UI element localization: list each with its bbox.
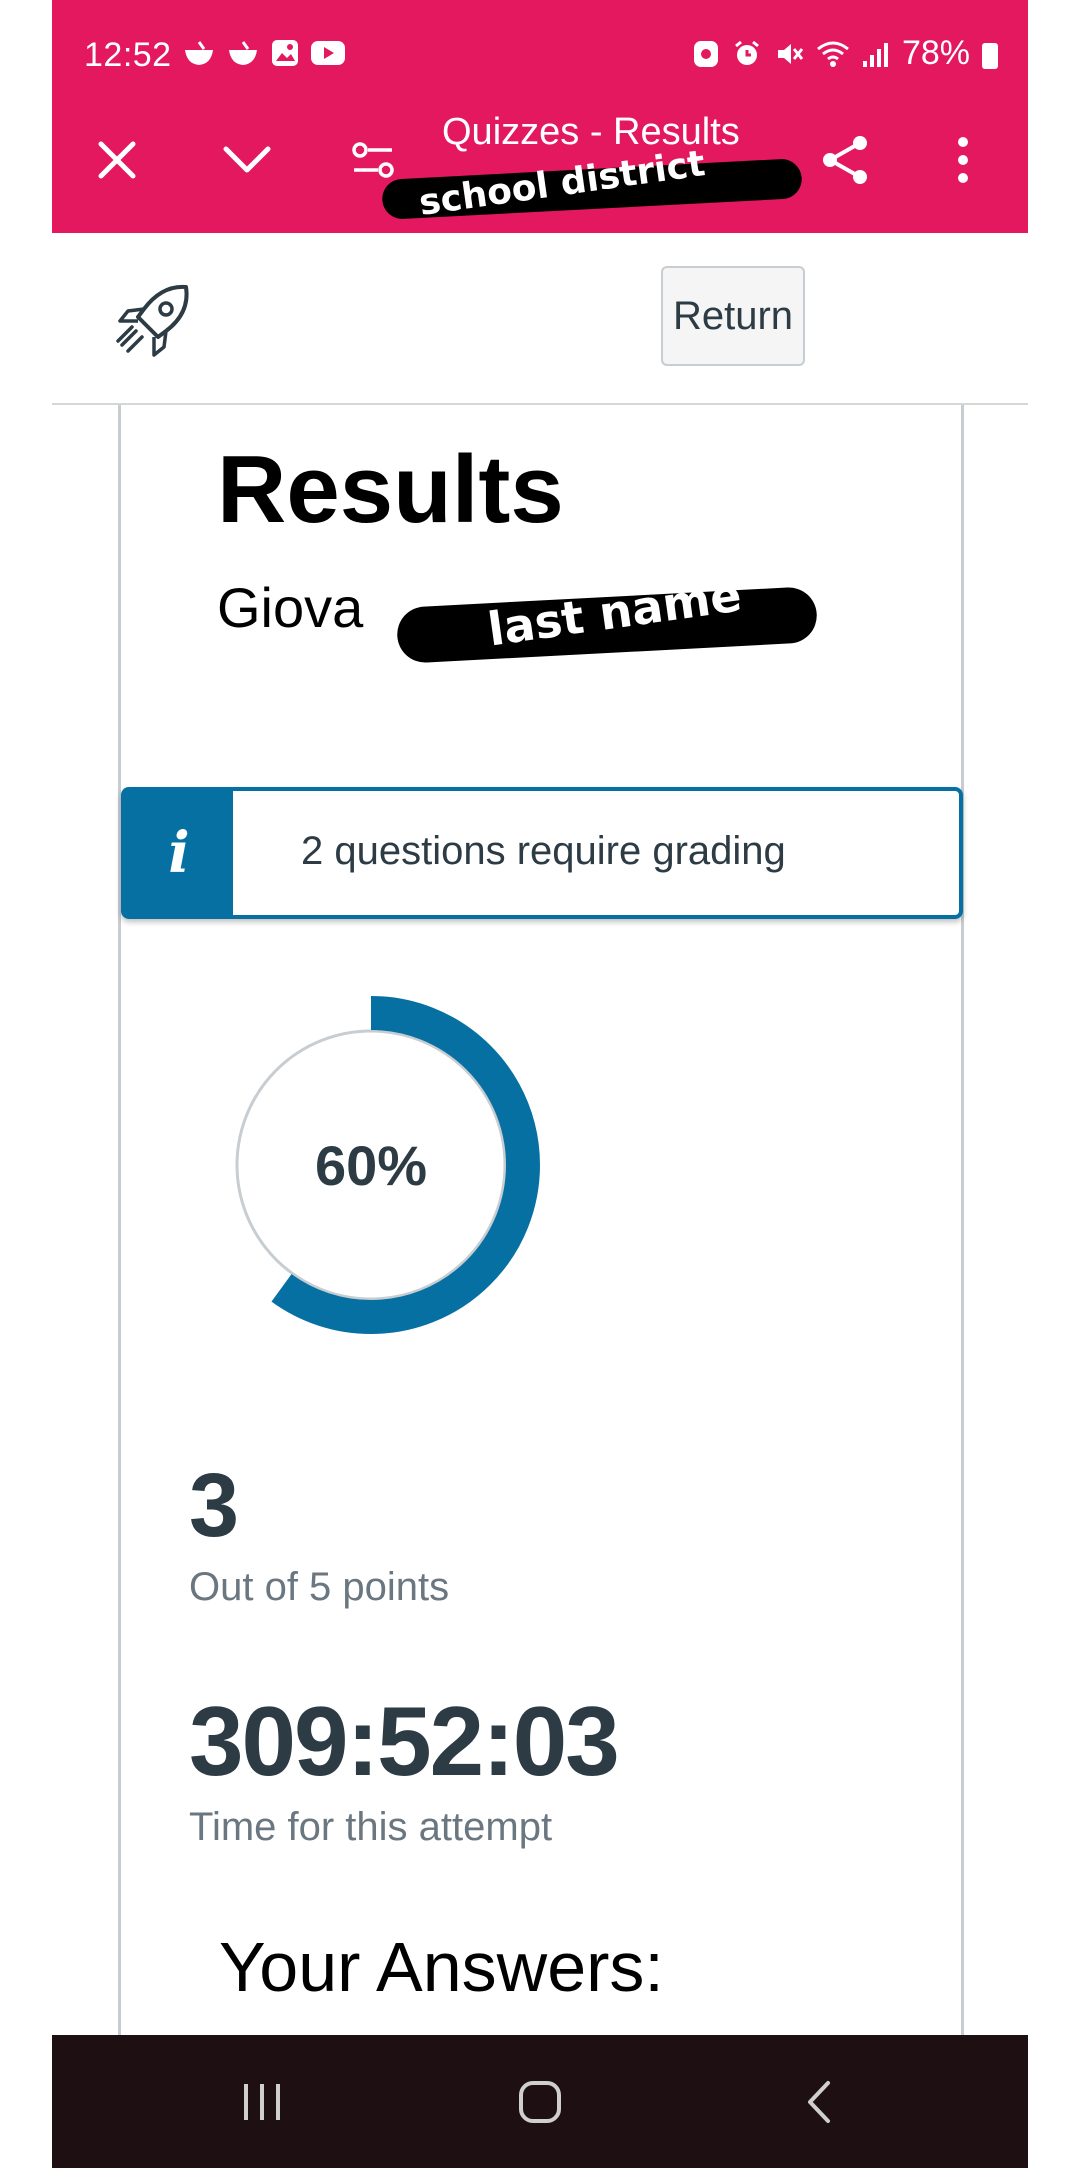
- attempt-time: 309:52:03: [189, 1686, 620, 1796]
- more-vertical-icon: [958, 137, 968, 183]
- navigation-bar: [52, 2035, 1028, 2168]
- chevron-down-icon: [223, 146, 271, 173]
- bowl-notification-icon: [229, 41, 257, 65]
- notification-icons: [182, 38, 346, 68]
- top-bar: 12:52 78% Quizzes - Results school distr…: [52, 0, 1028, 233]
- signal-icon: [862, 42, 888, 67]
- back-button[interactable]: [774, 2059, 864, 2145]
- mute-icon: [777, 43, 804, 64]
- gallery-notification-icon: [272, 40, 298, 66]
- close-button[interactable]: [82, 125, 152, 195]
- home-button[interactable]: [495, 2059, 585, 2145]
- info-icon: i: [125, 791, 233, 915]
- student-name: Giova last name: [217, 568, 819, 665]
- student-first-name: Giova: [217, 576, 364, 639]
- recents-button[interactable]: [217, 2059, 307, 2145]
- share-button[interactable]: [810, 125, 880, 195]
- system-status: 78%: [692, 34, 998, 73]
- score-caption: Out of 5 points: [189, 1565, 450, 1609]
- close-icon: [98, 141, 136, 179]
- score-percent: 60%: [314, 1133, 428, 1197]
- alarm-icon: [735, 40, 759, 65]
- redacted-school-district: school district: [381, 143, 803, 224]
- canvas-header: Return: [52, 233, 1028, 405]
- status-bar: 12:52 78%: [52, 0, 1028, 110]
- lock-screen-icon: [693, 40, 718, 67]
- rocket-icon: [116, 284, 189, 357]
- status-time: 12:52: [84, 36, 172, 74]
- share-icon: [823, 136, 867, 184]
- wifi-icon: [817, 41, 849, 67]
- phone-screen: 12:52 78% Quizzes - Results school distr…: [52, 0, 1028, 2168]
- bowl-notification-icon: [185, 41, 213, 65]
- attempt-time-caption: Time for this attempt: [189, 1805, 553, 1849]
- grading-alert: i 2 questions require grading: [121, 787, 963, 919]
- return-button[interactable]: Return: [661, 266, 805, 366]
- collapse-button[interactable]: [212, 125, 282, 195]
- back-icon: [808, 2081, 830, 2123]
- results-heading: Results: [217, 436, 564, 543]
- alert-message: 2 questions require grading: [301, 829, 786, 873]
- home-icon: [519, 2081, 561, 2123]
- app-bar: Quizzes - Results school district: [52, 105, 1028, 233]
- battery-level: 78%: [901, 34, 970, 72]
- youtube-notification-icon: [311, 41, 345, 65]
- redaction-label: school district: [416, 143, 708, 224]
- recents-icon: [244, 2084, 280, 2120]
- battery-icon: [982, 42, 998, 69]
- more-options-button[interactable]: [928, 125, 998, 195]
- score-value: 3: [189, 1456, 240, 1556]
- answers-heading: Your Answers:: [219, 1928, 664, 2006]
- results-card: Results Giova last name i 2 questions re…: [118, 405, 964, 2035]
